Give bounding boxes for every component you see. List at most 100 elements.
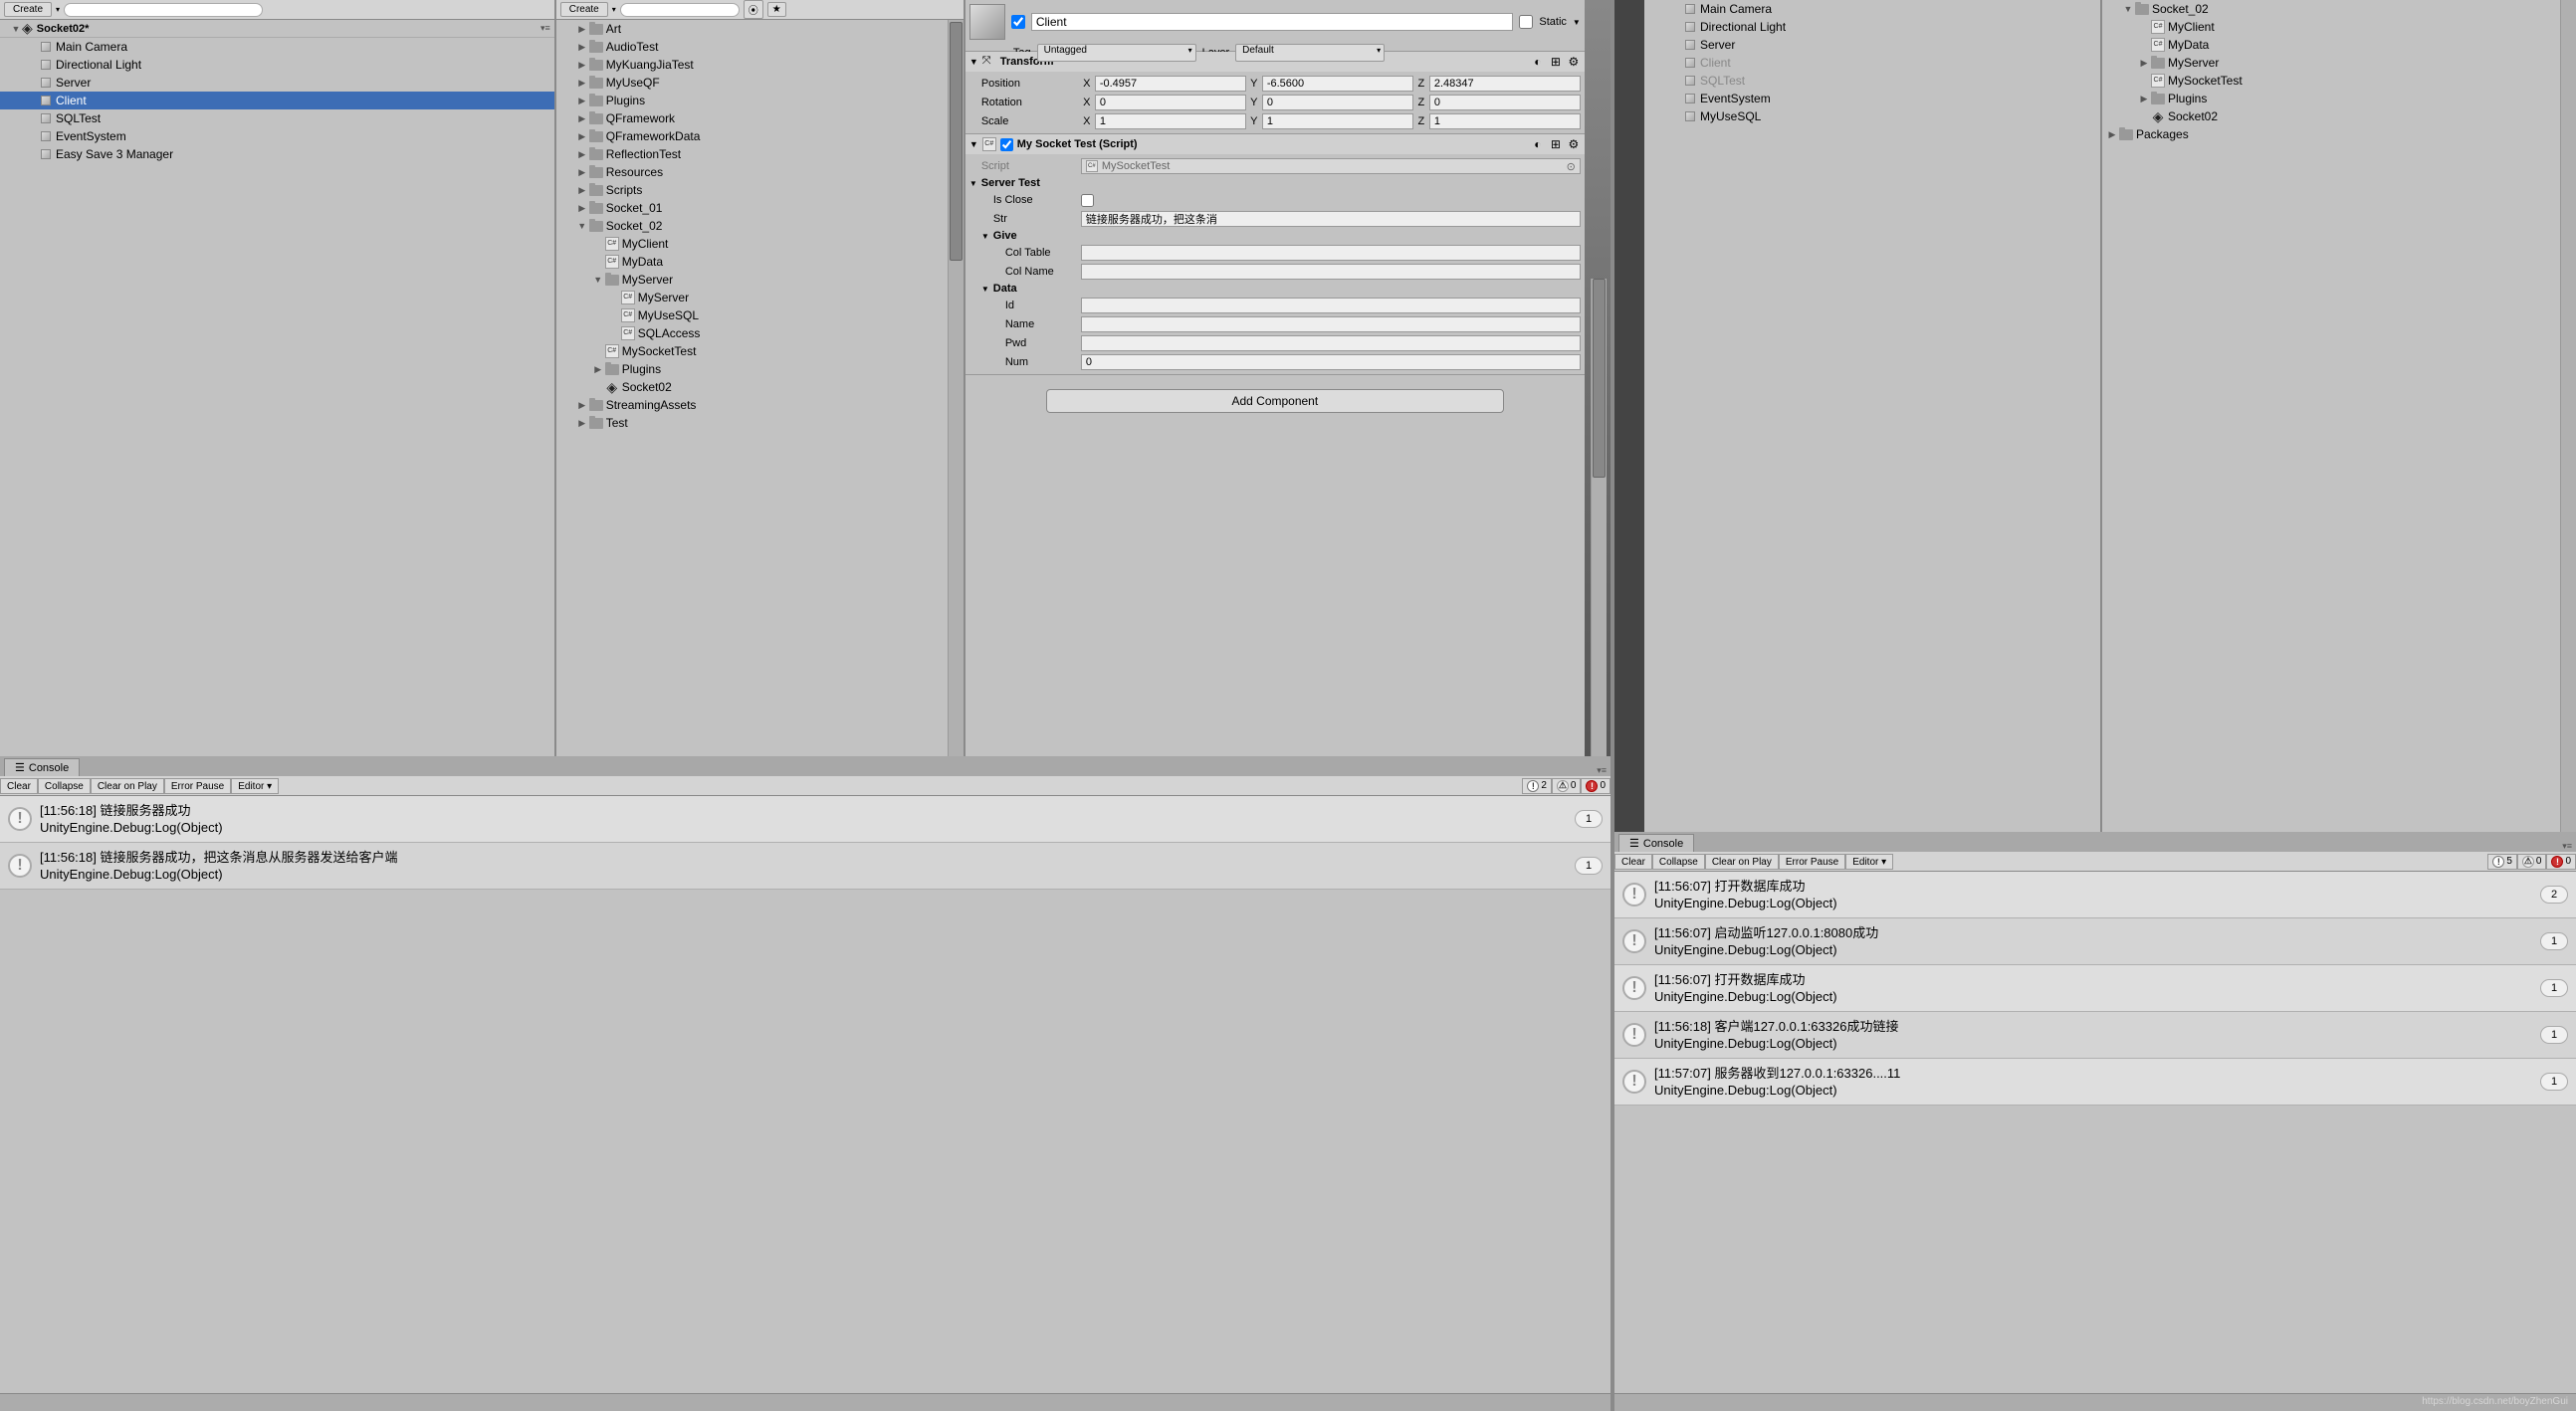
fold-arrow-icon[interactable] <box>576 113 588 124</box>
project-item[interactable]: StreamingAssets <box>556 396 948 414</box>
project-item[interactable]: Socket02 <box>556 378 948 396</box>
project-item[interactable]: Plugins <box>2102 90 2560 107</box>
error-pause-button[interactable]: Error Pause <box>164 778 231 794</box>
hierarchy-item[interactable]: MyUseSQL <box>1644 107 2100 125</box>
project-search[interactable] <box>620 3 740 17</box>
help-icon[interactable]: ◐ <box>1531 55 1545 69</box>
num-input[interactable] <box>1081 354 1581 370</box>
log-entry[interactable]: ![11:57:07] 服务器收到127.0.0.1:63326....11Un… <box>1614 1059 2576 1106</box>
project-item[interactable]: MyUseSQL <box>556 306 948 324</box>
fold-arrow-icon[interactable] <box>576 96 588 106</box>
hierarchy-item[interactable]: SQLTest <box>1644 72 2100 90</box>
hierarchy-item[interactable]: Easy Save 3 Manager <box>0 145 554 163</box>
info-counter[interactable]: !5 <box>2487 854 2517 870</box>
data-section[interactable]: ▼Data <box>969 283 1581 295</box>
fold-arrow-icon[interactable] <box>576 203 588 214</box>
gear-icon[interactable]: ⚙ <box>1567 55 1581 69</box>
id-input[interactable] <box>1081 298 1581 313</box>
log-entry[interactable]: ![11:56:07] 打开数据库成功UnityEngine.Debug:Log… <box>1614 965 2576 1012</box>
tag-dropdown[interactable]: Untagged <box>1037 44 1196 62</box>
project-item[interactable]: MyKuangJiaTest <box>556 56 948 74</box>
is-close-checkbox[interactable] <box>1081 194 1094 207</box>
hierarchy-item[interactable]: Main Camera <box>1644 0 2100 18</box>
scrollbar[interactable] <box>2560 0 2576 832</box>
fold-arrow-icon[interactable] <box>592 364 604 375</box>
log-entry[interactable]: ![11:56:07] 启动监听127.0.0.1:8080成功UnityEng… <box>1614 918 2576 965</box>
project-item[interactable]: SQLAccess <box>556 324 948 342</box>
hierarchy-item[interactable]: Main Camera <box>0 38 554 56</box>
editor-dropdown[interactable]: Editor ▾ <box>231 778 279 794</box>
warn-counter[interactable]: ⚠0 <box>2517 854 2547 870</box>
help-icon[interactable]: ◐ <box>1531 137 1545 151</box>
project-item[interactable]: MySocketTest <box>556 342 948 360</box>
static-dropdown-icon[interactable]: ▼ <box>1573 18 1581 27</box>
fold-arrow-icon[interactable] <box>576 24 588 35</box>
project-item[interactable]: QFrameworkData <box>556 127 948 145</box>
gear-icon[interactable]: ⚙ <box>1567 137 1581 151</box>
scene-menu-icon[interactable]: ▾≡ <box>540 23 550 34</box>
project-item[interactable]: Resources <box>556 163 948 181</box>
project-item[interactable]: Socket_01 <box>556 199 948 217</box>
warn-counter[interactable]: ⚠0 <box>1552 778 1582 794</box>
project-item[interactable]: Socket_02 <box>2102 0 2560 18</box>
gameobject-icon[interactable] <box>969 4 1005 40</box>
scene-row[interactable]: Socket02* ▾≡ <box>0 20 554 38</box>
project-item[interactable]: Scripts <box>556 181 948 199</box>
preset-icon[interactable]: ⊞ <box>1549 137 1563 151</box>
log-entry[interactable]: ![11:56:18] 客户端127.0.0.1:63326成功链接UnityE… <box>1614 1012 2576 1059</box>
fold-arrow-icon[interactable] <box>576 167 588 178</box>
rotation-y-input[interactable] <box>1262 95 1413 110</box>
fold-arrow-icon[interactable] <box>576 400 588 411</box>
log-entry[interactable]: ![11:56:18] 链接服务器成功UnityEngine.Debug:Log… <box>0 796 1610 843</box>
col-table-input[interactable] <box>1081 245 1581 261</box>
fold-arrow-icon[interactable] <box>576 131 588 142</box>
fold-arrow-icon[interactable] <box>576 42 588 53</box>
fold-arrow-icon[interactable] <box>576 78 588 89</box>
hierarchy-item[interactable]: Directional Light <box>0 56 554 74</box>
project-item[interactable]: Packages <box>2102 125 2560 143</box>
hierarchy-item[interactable]: EventSystem <box>0 127 554 145</box>
str-input[interactable] <box>1081 211 1581 227</box>
hierarchy-item[interactable]: Directional Light <box>1644 18 2100 36</box>
add-component-button[interactable]: Add Component <box>1046 389 1504 413</box>
clear-on-play-button[interactable]: Clear on Play <box>1705 854 1779 870</box>
project-item[interactable]: Plugins <box>556 360 948 378</box>
clear-button[interactable]: Clear <box>1614 854 1652 870</box>
create-button[interactable]: Create <box>4 2 52 17</box>
create-button[interactable]: Create <box>560 2 608 17</box>
rotation-z-input[interactable] <box>1429 95 1581 110</box>
preset-icon[interactable]: ⊞ <box>1549 55 1563 69</box>
position-x-input[interactable] <box>1095 76 1246 92</box>
panel-menu-icon[interactable]: ▾≡ <box>2562 841 2572 852</box>
project-item[interactable]: Art <box>556 20 948 38</box>
layer-dropdown[interactable]: Default <box>1235 44 1385 62</box>
console-tab[interactable]: ☰Console <box>4 758 80 776</box>
clear-button[interactable]: Clear <box>0 778 38 794</box>
fold-icon[interactable]: ▼ <box>969 57 978 67</box>
project-item[interactable]: MyServer <box>2102 54 2560 72</box>
fold-arrow-icon[interactable] <box>576 221 588 231</box>
rotation-x-input[interactable] <box>1095 95 1246 110</box>
project-item[interactable]: AudioTest <box>556 38 948 56</box>
script-reference[interactable]: MySocketTest⊙ <box>1081 158 1581 174</box>
fold-arrow-icon[interactable] <box>2138 58 2150 69</box>
fold-arrow-icon[interactable] <box>10 24 22 34</box>
project-item[interactable]: ReflectionTest <box>556 145 948 163</box>
static-checkbox[interactable] <box>1519 15 1533 29</box>
clear-on-play-button[interactable]: Clear on Play <box>91 778 164 794</box>
project-item[interactable]: MyClient <box>2102 18 2560 36</box>
error-counter[interactable]: !0 <box>2546 854 2576 870</box>
server-test-section[interactable]: ▼Server Test <box>969 177 1581 189</box>
hierarchy-search[interactable] <box>64 3 263 17</box>
fold-arrow-icon[interactable] <box>576 60 588 71</box>
fold-icon[interactable]: ▼ <box>969 139 978 149</box>
project-item[interactable]: MySocketTest <box>2102 72 2560 90</box>
hierarchy-item[interactable]: SQLTest <box>0 109 554 127</box>
log-entry[interactable]: ![11:56:18] 链接服务器成功，把这条消息从服务器发送给客户端Unity… <box>0 843 1610 890</box>
console-tab[interactable]: ☰Console <box>1618 834 1694 852</box>
hierarchy-item[interactable]: Server <box>0 74 554 92</box>
give-section[interactable]: ▼Give <box>969 230 1581 242</box>
fold-arrow-icon[interactable] <box>2106 129 2118 140</box>
project-item[interactable]: MyUseQF <box>556 74 948 92</box>
hierarchy-item[interactable]: EventSystem <box>1644 90 2100 107</box>
